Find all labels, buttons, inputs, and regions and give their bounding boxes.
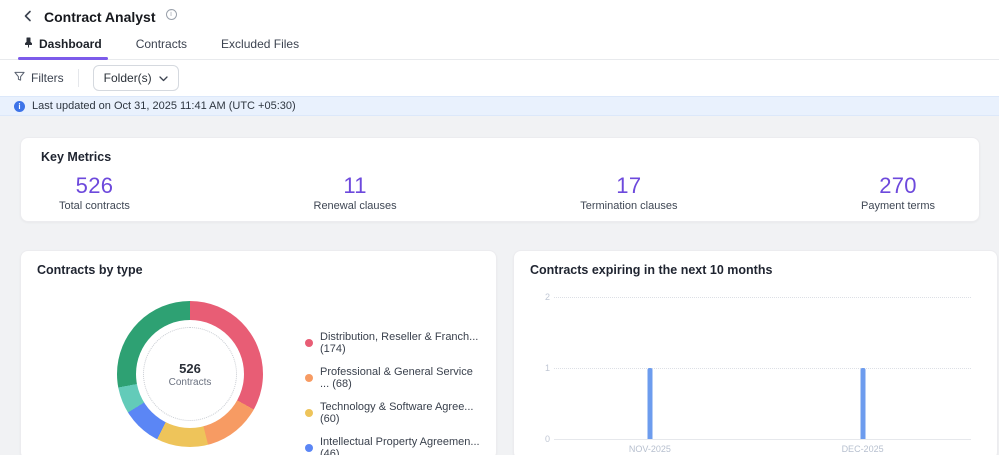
key-metrics-title: Key Metrics (41, 150, 959, 164)
x-tick-label: NOV-2025 (629, 444, 671, 454)
bar-chart-title: Contracts expiring in the next 10 months (530, 263, 981, 277)
y-tick-label: 0 (536, 434, 550, 444)
charts-row: Contracts by type 526 Contracts Distribu… (20, 250, 998, 455)
info-icon[interactable]: i (166, 9, 177, 20)
divider (78, 69, 79, 87)
x-tick-label: DEC-2025 (842, 444, 884, 454)
filter-bar: Filters Folder(s) (0, 60, 999, 96)
last-updated-banner: i Last updated on Oct 31, 2025 11:41 AM … (0, 96, 999, 116)
legend-dot (305, 374, 313, 382)
last-updated-text: Last updated on Oct 31, 2025 11:41 AM (U… (32, 100, 296, 112)
metrics-row: 526 Total contracts 11 Renewal clauses 1… (41, 164, 959, 212)
legend-dot (305, 444, 313, 452)
y-tick-label: 2 (536, 292, 550, 302)
x-axis-line (554, 439, 971, 440)
metric-label: Renewal clauses (314, 200, 397, 212)
bar-chart: 210NOV-2025DEC-2025 (554, 297, 971, 439)
tab-excluded-files[interactable]: Excluded Files (219, 35, 301, 59)
metric-value: 270 (861, 173, 935, 199)
contracts-by-type-card: Contracts by type 526 Contracts Distribu… (20, 250, 497, 455)
legend-label: Professional & General Service ... (68) (320, 366, 480, 390)
donut-chart-title: Contracts by type (37, 263, 480, 277)
page-header: Contract Analyst i Dashboard Contracts E… (0, 0, 999, 60)
legend-dot (305, 409, 313, 417)
legend-label: Intellectual Property Agreemen... (46) (320, 436, 480, 455)
metric-label: Total contracts (59, 200, 130, 212)
filters-label: Filters (31, 71, 64, 85)
y-tick-label: 1 (536, 363, 550, 373)
chevron-down-icon (159, 71, 168, 85)
filters-button[interactable]: Filters (14, 71, 64, 85)
tab-dashboard[interactable]: Dashboard (22, 35, 104, 59)
funnel-icon (14, 71, 25, 85)
legend-label: Technology & Software Agree... (60) (320, 401, 480, 425)
donut-center: 526 Contracts (136, 320, 244, 428)
metric-label: Termination clauses (580, 200, 677, 212)
key-metrics-card: Key Metrics 526 Total contracts 11 Renew… (20, 137, 980, 222)
tab-label: Dashboard (39, 37, 102, 51)
metric-value: 17 (580, 173, 677, 199)
folder-dropdown-label: Folder(s) (104, 71, 152, 85)
donut-legend: Distribution, Reseller & Franch... (174)… (305, 301, 480, 455)
donut-total-label: Contracts (169, 377, 212, 388)
donut-total: 526 (179, 361, 201, 376)
legend-item-3[interactable]: Intellectual Property Agreemen... (46) (305, 436, 480, 455)
legend-item-0[interactable]: Distribution, Reseller & Franch... (174) (305, 331, 480, 355)
tab-label: Excluded Files (221, 37, 299, 51)
metric-label: Payment terms (861, 200, 935, 212)
metric-value: 11 (314, 173, 397, 199)
legend-item-1[interactable]: Professional & General Service ... (68) (305, 366, 480, 390)
legend-label: Distribution, Reseller & Franch... (174) (320, 331, 480, 355)
tab-bar: Dashboard Contracts Excluded Files (0, 29, 999, 60)
gridline-y2 (554, 297, 971, 298)
metric-renewal-clauses: 11 Renewal clauses (314, 173, 397, 212)
back-button[interactable] (22, 10, 34, 25)
page-title: Contract Analyst (44, 9, 156, 25)
donut-chart: 526 Contracts (117, 301, 263, 447)
metric-payment-terms: 270 Payment terms (861, 173, 935, 212)
folder-dropdown[interactable]: Folder(s) (93, 65, 179, 91)
metric-termination-clauses: 17 Termination clauses (580, 173, 677, 212)
expiring-contracts-card: Contracts expiring in the next 10 months… (513, 250, 998, 455)
chevron-left-icon (22, 10, 34, 25)
legend-dot (305, 339, 313, 347)
bar-NOV-2025[interactable] (647, 368, 652, 439)
metric-value: 526 (59, 173, 130, 199)
bar-DEC-2025[interactable] (860, 368, 865, 439)
legend-item-2[interactable]: Technology & Software Agree... (60) (305, 401, 480, 425)
tab-contracts[interactable]: Contracts (134, 35, 189, 59)
info-icon: i (14, 101, 25, 112)
tab-label: Contracts (136, 37, 187, 51)
pin-icon (24, 37, 33, 51)
metric-total-contracts: 526 Total contracts (59, 173, 130, 212)
gridline-y1 (554, 368, 971, 369)
